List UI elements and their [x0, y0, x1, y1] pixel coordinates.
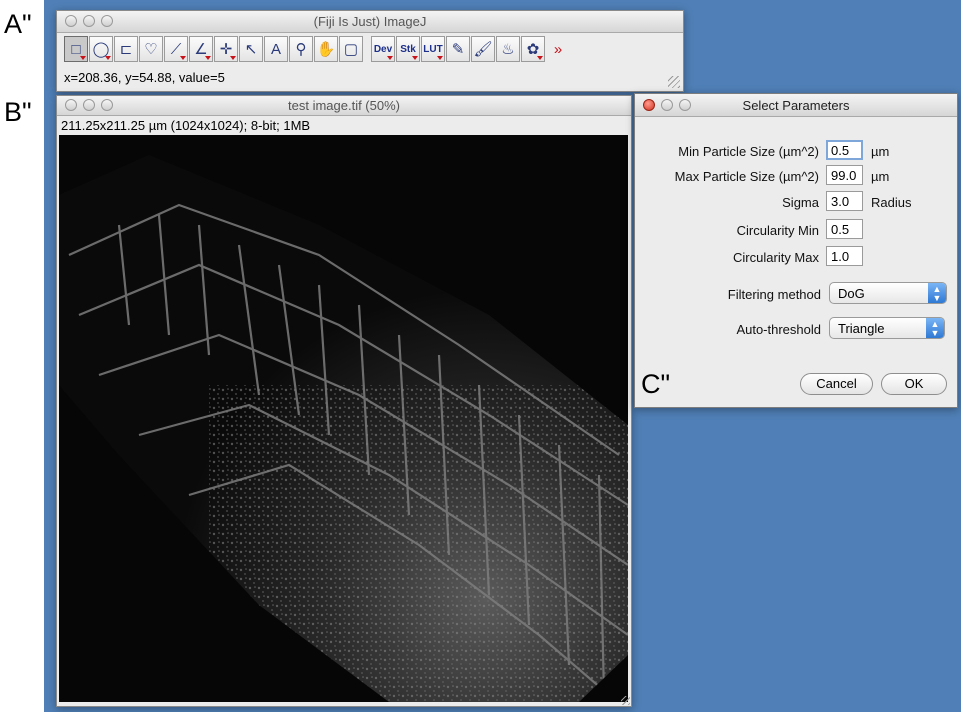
resize-grip-icon[interactable] — [621, 696, 630, 705]
angle-tool-icon[interactable]: ∠ — [189, 36, 213, 62]
max-particle-unit: µm — [871, 169, 890, 184]
text-tool-icon[interactable]: A — [264, 36, 288, 62]
color-picker-tool-icon[interactable]: ▢ — [339, 36, 363, 62]
sigma-field[interactable]: 3.0 — [826, 191, 863, 211]
panel-label-c: C" — [641, 369, 671, 399]
submenu-indicator-icon — [230, 56, 236, 60]
sigma-unit: Radius — [871, 195, 912, 210]
resize-grip-icon[interactable] — [668, 76, 680, 88]
filtering-method-select[interactable]: DoG ▲ ▼ — [829, 282, 947, 304]
flood-fill-tool-icon[interactable]: ♨ — [496, 36, 520, 62]
min-particle-label: Min Particle Size (µm^2) — [678, 144, 819, 159]
wand-tool-icon[interactable]: ↖ — [239, 36, 263, 62]
cancel-button[interactable]: Cancel — [800, 373, 873, 395]
tool-row: □ ◯ ⊏ ♡ ⟋ ∠ ✛ ↖ A ⚲ ✋ ▢ Dev Stk LUT ✎ 🖌 ♨ ✿» — [64, 36, 570, 66]
circularity-max-field[interactable]: 1.0 — [826, 246, 863, 266]
imagej-toolbar-window: (Fiji Is Just) ImageJ □ ◯ ⊏ ♡ ⟋ ∠ ✛ ↖ A ⚲ ✋ ▢ Dev Stk… — [56, 10, 684, 92]
sigma-label: Sigma — [782, 195, 819, 210]
submenu-indicator-icon — [437, 56, 443, 60]
rectangle-tool-icon[interactable]: □ — [64, 36, 88, 62]
max-particle-label: Max Particle Size (µm^2) — [674, 169, 819, 184]
status-readout: x=208.36, y=54.88, value=5 — [64, 70, 225, 85]
microscopy-image-graphic — [59, 135, 628, 702]
submenu-indicator-icon — [180, 56, 186, 60]
panel-label-b: B" — [4, 97, 32, 127]
submenu-indicator-icon — [80, 56, 86, 60]
submenu-indicator-icon — [537, 56, 543, 60]
min-particle-field[interactable]: 0.5 — [826, 140, 863, 160]
image-titlebar[interactable]: test image.tif (50%) — [57, 96, 631, 116]
lut-menu-button[interactable]: LUT — [421, 36, 445, 62]
oval-tool-icon[interactable]: ◯ — [89, 36, 113, 62]
filtering-method-value: DoG — [838, 286, 865, 301]
image-window-title: test image.tif (50%) — [288, 98, 400, 113]
circularity-min-field[interactable]: 0.5 — [826, 219, 863, 239]
select-arrows-icon: ▲ ▼ — [926, 318, 944, 338]
max-particle-field[interactable]: 99.0 — [826, 165, 863, 185]
tool-separator — [364, 36, 370, 66]
dev-menu-button[interactable]: Dev — [371, 36, 395, 62]
brush-tool-icon[interactable]: 🖌 — [471, 36, 495, 62]
submenu-indicator-icon — [387, 56, 393, 60]
microscopy-image[interactable] — [59, 135, 628, 702]
dialog-titlebar[interactable]: Select Parameters — [635, 94, 957, 117]
auto-threshold-label: Auto-threshold — [736, 322, 821, 337]
pencil-tool-icon[interactable]: ✎ — [446, 36, 470, 62]
circularity-min-label: Circularity Min — [736, 223, 819, 238]
min-particle-unit: µm — [871, 144, 890, 159]
select-parameters-dialog: Select Parameters Min Particle Size (µm^… — [634, 93, 958, 408]
select-arrows-icon: ▲ ▼ — [928, 283, 946, 303]
stk-menu-button[interactable]: Stk — [396, 36, 420, 62]
panel-label-a: A" — [4, 9, 32, 39]
filtering-method-label: Filtering method — [727, 287, 821, 302]
submenu-indicator-icon — [105, 56, 111, 60]
freehand-tool-icon[interactable]: ♡ — [139, 36, 163, 62]
polygon-tool-icon[interactable]: ⊏ — [114, 36, 138, 62]
more-tools-icon[interactable]: » — [546, 36, 570, 62]
toolbar-window-title: (Fiji Is Just) ImageJ — [313, 14, 427, 29]
dialog-title: Select Parameters — [742, 98, 850, 113]
plugin-tool-icon[interactable]: ✿ — [521, 36, 545, 62]
submenu-indicator-icon — [412, 56, 418, 60]
circularity-max-label: Circularity Max — [733, 250, 819, 265]
image-info: 211.25x211.25 µm (1024x1024); 8-bit; 1MB — [61, 118, 311, 133]
toolbar-titlebar[interactable]: (Fiji Is Just) ImageJ — [57, 11, 683, 33]
auto-threshold-select[interactable]: Triangle ▲ ▼ — [829, 317, 945, 339]
ok-button[interactable]: OK — [881, 373, 947, 395]
point-tool-icon[interactable]: ✛ — [214, 36, 238, 62]
submenu-indicator-icon — [205, 56, 211, 60]
line-tool-icon[interactable]: ⟋ — [164, 36, 188, 62]
auto-threshold-value: Triangle — [838, 321, 885, 336]
image-window: test image.tif (50%) 211.25x211.25 µm (1… — [56, 95, 632, 707]
hand-tool-icon[interactable]: ✋ — [314, 36, 338, 62]
magnifier-tool-icon[interactable]: ⚲ — [289, 36, 313, 62]
